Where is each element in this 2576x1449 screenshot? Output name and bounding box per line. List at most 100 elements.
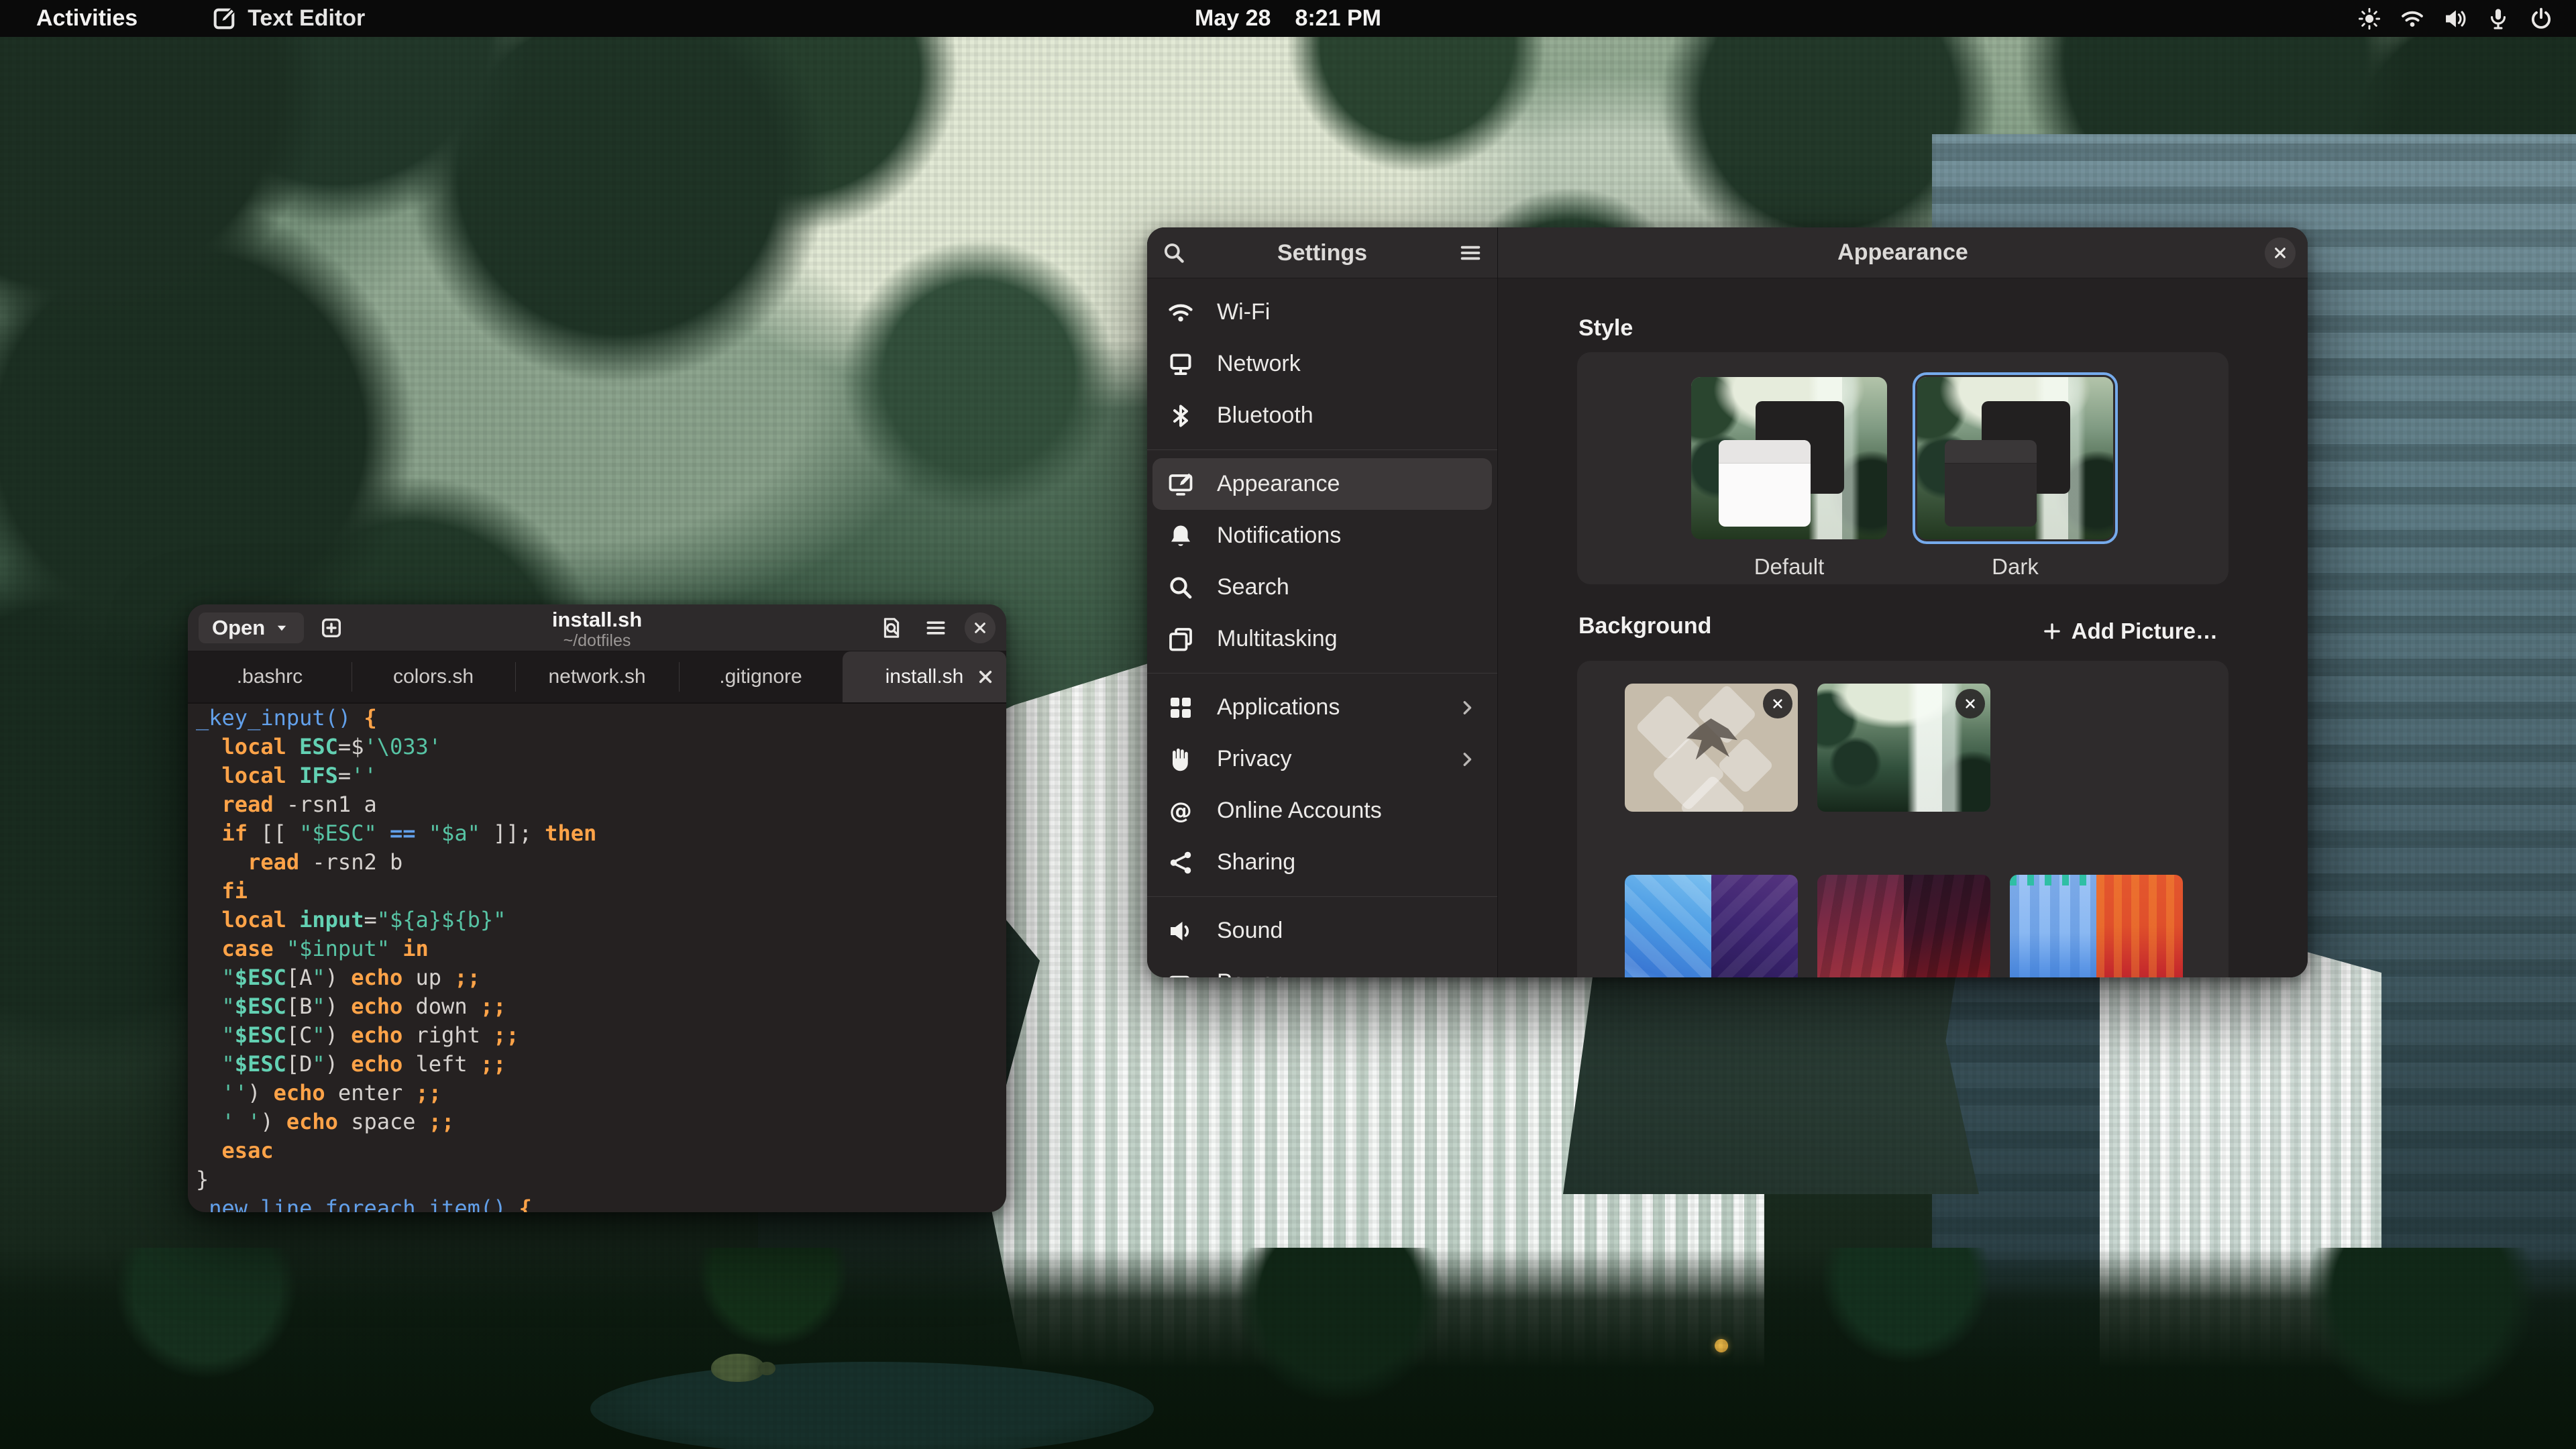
code-token (196, 878, 222, 904)
menu-button[interactable] (920, 612, 951, 643)
tab-network.sh[interactable]: network.sh (515, 651, 679, 702)
style-card: Default Dark (1577, 352, 2229, 584)
code-token: _key_input() (196, 705, 351, 731)
appearance-icon (1167, 471, 1194, 498)
sidebar-item-appearance[interactable]: Appearance (1152, 458, 1492, 510)
panel-headerbar: Appearance (1498, 227, 2308, 278)
menu-icon (924, 616, 947, 639)
system-status-area[interactable] (2351, 0, 2560, 37)
wallpaper-thumbnail[interactable] (1817, 684, 1990, 812)
close-button[interactable] (2265, 237, 2296, 268)
remove-wallpaper-button[interactable] (1955, 689, 1985, 718)
style-section-label: Style (1578, 315, 1633, 341)
code-token: "$ESC" (299, 820, 377, 846)
online-accounts-icon: @ (1167, 798, 1194, 824)
code-line: _key_input() { (196, 704, 997, 733)
code-token: "$a" (429, 820, 480, 846)
tab-install.sh[interactable]: install.sh (843, 651, 1006, 702)
style-option-label: Default (1691, 554, 1887, 580)
volume-status[interactable] (2443, 7, 2467, 31)
style-option-dark[interactable]: Dark (1917, 377, 2113, 580)
close-icon (2271, 244, 2289, 262)
remove-wallpaper-button[interactable] (1763, 689, 1792, 718)
sidebar-item-wi-fi[interactable]: Wi-Fi (1152, 286, 1492, 338)
sidebar-item-label: Network (1217, 351, 1301, 377)
clock-time: 8:21 PM (1295, 5, 1381, 32)
sidebar-item-label: Sound (1217, 918, 1283, 944)
sidebar-list: Wi-Fi Network Bluetooth Appearance Notificat… (1147, 286, 1497, 977)
tab-close-button[interactable] (975, 667, 996, 687)
add-picture-button[interactable]: Add Picture… (2033, 613, 2227, 649)
top-bar: Activities Text Editor May 28 8:21 PM (0, 0, 2576, 37)
code-token: $ (351, 734, 364, 759)
code-token: ) (325, 994, 352, 1019)
wallpaper-light-half (2010, 875, 2096, 977)
wallpaper-thumbnail[interactable] (1817, 875, 1990, 977)
microphone-status[interactable] (2486, 7, 2510, 31)
sidebar-item-label: Bluetooth (1217, 402, 1313, 429)
code-token: left (402, 1051, 480, 1077)
sidebar-headerbar: Settings (1147, 227, 1497, 278)
document-search-icon (880, 616, 903, 639)
focused-app-indicator[interactable]: Text Editor (211, 5, 365, 32)
brightness-status[interactable] (2357, 7, 2381, 31)
sidebar-item-bluetooth[interactable]: Bluetooth (1152, 390, 1492, 441)
new-tab-icon (320, 616, 343, 639)
code-token: = (364, 907, 376, 932)
sidebar-item-sharing[interactable]: Sharing (1152, 837, 1492, 888)
sidebar-item-online-accounts[interactable]: @Online Accounts (1152, 785, 1492, 837)
settings-sidebar: Settings Wi-Fi Network Bluetooth Appearance… (1147, 227, 1498, 977)
sidebar-item-power[interactable]: Power (1152, 957, 1492, 977)
code-token (196, 907, 222, 932)
code-token: " (222, 1022, 235, 1048)
tab-.bashrc[interactable]: .bashrc (188, 651, 352, 702)
code-token: '' (351, 763, 377, 788)
power-button-status[interactable] (2529, 7, 2553, 31)
wifi-status[interactable] (2400, 7, 2424, 31)
sidebar-item-privacy[interactable]: Privacy (1152, 733, 1492, 785)
tab-colors.sh[interactable]: colors.sh (352, 651, 515, 702)
close-button[interactable] (965, 612, 996, 643)
code-token (196, 1080, 222, 1106)
sidebar-item-multitasking[interactable]: Multitasking (1152, 613, 1492, 665)
code-token: down (402, 994, 480, 1019)
document-search-button[interactable] (876, 612, 907, 643)
code-token: -rsn2 b (299, 849, 402, 875)
open-button[interactable]: Open (199, 612, 304, 643)
code-token: = (338, 763, 351, 788)
style-option-default[interactable]: Default (1691, 377, 1887, 580)
code-line: local input="${a}${b}" (196, 906, 997, 934)
code-token: echo (351, 1051, 402, 1077)
wallpaper-thumbnail[interactable] (1625, 875, 1798, 977)
tab-.gitignore[interactable]: .gitignore (679, 651, 843, 702)
network-icon (1167, 351, 1194, 378)
code-token (506, 1195, 519, 1212)
code-token: case (222, 936, 274, 961)
activities-button[interactable]: Activities (24, 0, 150, 37)
open-button-label: Open (212, 616, 265, 640)
sidebar-item-label: Sharing (1217, 849, 1295, 875)
sidebar-item-notifications[interactable]: Notifications (1152, 510, 1492, 561)
code-token (274, 936, 286, 961)
sidebar-item-label: Wi-Fi (1217, 299, 1270, 325)
sidebar-item-sound[interactable]: Sound (1152, 905, 1492, 957)
svg-text:@: @ (1169, 798, 1192, 824)
sidebar-item-network[interactable]: Network (1152, 338, 1492, 390)
code-token: ) (260, 1109, 286, 1134)
sidebar-item-applications[interactable]: Applications (1152, 682, 1492, 733)
clock-button[interactable]: May 28 8:21 PM (1195, 0, 1381, 37)
code-token (196, 734, 222, 759)
thumb-tile (1717, 737, 1774, 794)
menu-icon[interactable] (1458, 241, 1483, 265)
code-token: " (312, 1051, 325, 1077)
new-tab-button[interactable] (316, 612, 347, 643)
wallpaper-thumbnail[interactable] (1625, 684, 1798, 812)
sidebar-item-label: Notifications (1217, 523, 1341, 549)
code-token: ) (325, 965, 352, 990)
code-text-view[interactable]: _key_input() { local ESC=$'\033' local I… (196, 704, 997, 1212)
code-token: local (222, 734, 286, 759)
wallpaper-thumbnail[interactable] (2010, 875, 2183, 977)
sidebar-item-search[interactable]: Search (1152, 561, 1492, 613)
sidebar-separator (1147, 665, 1497, 682)
code-token: " (312, 994, 325, 1019)
